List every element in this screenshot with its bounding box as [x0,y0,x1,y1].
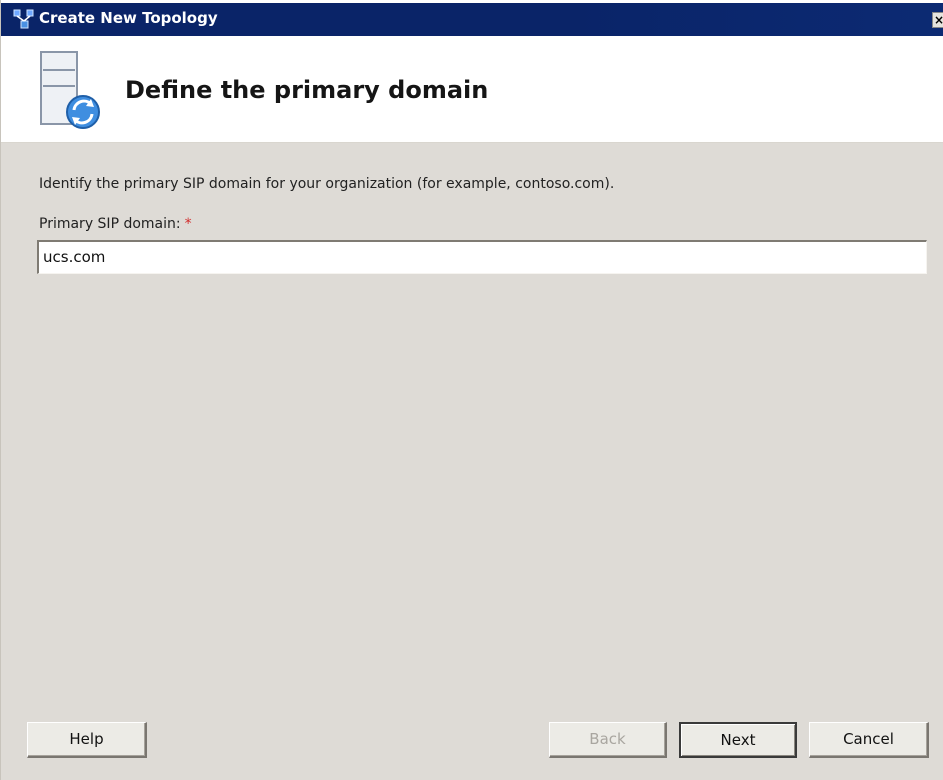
topology-icon [13,9,34,29]
window-title: Create New Topology [39,9,218,27]
title-bar: Create New Topology × [1,0,943,36]
wizard-header: Define the primary domain [1,36,943,143]
wizard-window: Create New Topology × Define the primary… [0,0,943,780]
field-label-text: Primary SIP domain: [39,216,181,232]
instruction-text: Identify the primary SIP domain for your… [39,176,615,192]
content-area [1,143,943,780]
page-title: Define the primary domain [125,76,489,104]
back-button[interactable]: Back [549,722,667,758]
required-indicator: * [184,216,192,232]
primary-sip-domain-input[interactable]: ucs.com [37,240,927,274]
close-button[interactable]: × [932,12,943,28]
next-button[interactable]: Next [679,722,797,758]
help-button[interactable]: Help [27,722,147,758]
primary-sip-domain-label: Primary SIP domain: * [39,216,192,232]
cancel-button[interactable]: Cancel [809,722,929,758]
server-sync-icon [40,51,100,129]
